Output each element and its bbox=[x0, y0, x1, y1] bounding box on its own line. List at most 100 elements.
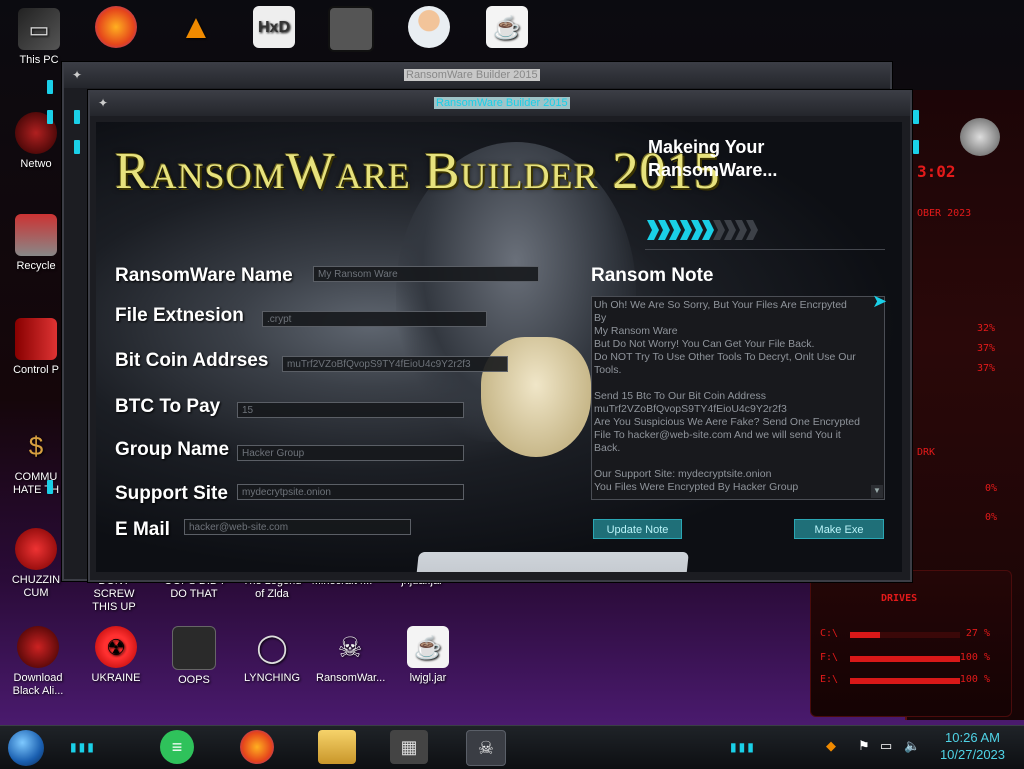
gadget-date: OBER 2023 bbox=[917, 208, 972, 219]
desktop-icon-hxd[interactable]: HxD bbox=[240, 6, 308, 52]
progress-chevron bbox=[658, 220, 670, 240]
computer-icon: ▭ bbox=[18, 8, 60, 50]
drive-usage-bar bbox=[850, 632, 960, 638]
build-status-text: Makeing Your RansomWare... bbox=[648, 136, 777, 182]
radiation-icon: ☢ bbox=[95, 626, 137, 668]
desktop-icon-maze[interactable] bbox=[317, 6, 385, 56]
ransom-note-textarea[interactable]: Uh Oh! We Are So Sorry, But Your Files A… bbox=[591, 296, 885, 500]
drive-letter: F:\ bbox=[820, 652, 839, 663]
desktop-icon-download-black-alien[interactable]: Download Black Ali... bbox=[4, 626, 72, 698]
desktop-icon-label: OOPS bbox=[178, 674, 210, 686]
ransom-note-line: Tools. bbox=[594, 364, 622, 376]
drive-percent: 100 % bbox=[959, 674, 990, 685]
progress-chevron bbox=[647, 220, 659, 240]
scroll-down-arrow-icon[interactable]: ▼ bbox=[871, 485, 883, 498]
update-note-button[interactable]: Update Note bbox=[593, 519, 682, 539]
ransom-note-line: My Ransom Ware bbox=[594, 325, 678, 337]
desktop-icon-commu[interactable]: $ COMMU HATE TH bbox=[2, 425, 70, 497]
desktop-icon-ukraine[interactable]: ☢ UKRAINE bbox=[82, 626, 150, 685]
desktop-icon-doctor[interactable] bbox=[395, 6, 463, 52]
email-label: E Mail bbox=[115, 519, 170, 540]
flag-icon[interactable]: ⚑ bbox=[858, 738, 870, 754]
firefox-taskbar-icon[interactable] bbox=[240, 730, 274, 764]
bitcoin-address-input[interactable]: muTrf2VZoBfQvopS9TY4fEioU4c9Y2r2f3 bbox=[282, 356, 508, 372]
desktop-icon-lynching[interactable]: ◯ LYNCHING bbox=[238, 626, 306, 685]
drive-row: C:\ 27 % bbox=[820, 628, 1000, 642]
btc-to-pay-input[interactable]: 15 bbox=[237, 402, 464, 418]
drive-letter: C:\ bbox=[820, 628, 839, 639]
gadget-small-1: 0% bbox=[985, 483, 998, 494]
firewall-app-icon[interactable]: ▦ bbox=[390, 730, 428, 764]
frame-accent bbox=[47, 80, 53, 94]
frame-accent bbox=[74, 110, 80, 124]
java-cup-icon: ☕ bbox=[486, 6, 528, 48]
window-title-bar[interactable]: ✦ RansomWare Builder 2015 bbox=[90, 92, 910, 116]
guy-fawkes-mask-art bbox=[481, 337, 591, 457]
desktop-icon-firefox[interactable] bbox=[82, 6, 150, 52]
desktop-icon-chuzzin[interactable]: CHUZZIN CUM bbox=[2, 528, 70, 600]
desktop-icon-control-panel[interactable]: Control P bbox=[2, 318, 70, 377]
maze-game-icon bbox=[328, 6, 374, 52]
drive-percent: 100 % bbox=[959, 652, 990, 663]
start-button[interactable] bbox=[8, 730, 44, 766]
desktop-icon-recycle[interactable]: Recycle bbox=[2, 214, 70, 273]
gadget-small-2: 0% bbox=[985, 512, 998, 523]
progress-chevron bbox=[669, 220, 681, 240]
drive-usage-bar bbox=[850, 678, 960, 684]
support-site-input[interactable]: mydecrytpsite.onion bbox=[237, 484, 464, 500]
drive-letter: E:\ bbox=[820, 674, 839, 685]
desktop-icon-label: UKRAINE bbox=[91, 672, 141, 684]
ransom-note-line: muTrf2VZoBfQvopS9TY4fEioU4c9Y2r2f3 bbox=[594, 403, 787, 415]
group-name-input[interactable]: Hacker Group bbox=[237, 445, 464, 461]
doctor-avatar-icon bbox=[408, 6, 450, 48]
desktop-icon-vlc[interactable]: ▲ bbox=[162, 6, 230, 52]
desktop-icon-java[interactable]: ☕ bbox=[473, 6, 541, 52]
drives-panel: DRIVES bbox=[810, 570, 1012, 717]
volume-icon[interactable]: 🔈 bbox=[904, 738, 920, 754]
ransom-note-line: Send 15 Btc To Our Bit Coin Address bbox=[594, 390, 766, 402]
support-site-label: Support Site bbox=[115, 483, 228, 504]
make-exe-button[interactable]: Make Exe bbox=[794, 519, 884, 539]
network-tray-icon[interactable]: ▭ bbox=[880, 738, 892, 754]
firefox-icon bbox=[95, 6, 137, 48]
gadget-cpu-2: 37% bbox=[977, 343, 996, 354]
frame-accent bbox=[913, 110, 919, 124]
notes-app-icon[interactable]: ≡ bbox=[160, 730, 194, 764]
desktop-icon-label: Netwo bbox=[20, 158, 52, 170]
taskbar-clock[interactable]: 10:26 AM 10/27/2023 bbox=[930, 729, 1015, 763]
progress-chevron bbox=[746, 220, 758, 240]
build-status-line: Makeing Your bbox=[648, 137, 765, 157]
ransom-note-line bbox=[594, 377, 862, 390]
ransom-note-line: Are You Suspicious We Aere Fake? Send On… bbox=[594, 416, 860, 428]
ransomware-taskbar-icon[interactable]: ☠ bbox=[466, 730, 506, 766]
back-window-title-bar[interactable]: RansomWare Builder 2015 ✦ bbox=[64, 64, 890, 88]
desktop-icon-label: lwjgl.jar bbox=[409, 672, 447, 684]
taskbar-accent-right: ▮▮▮ bbox=[730, 740, 756, 754]
desktop-icon-this-pc[interactable]: ▭ This PC bbox=[5, 8, 73, 67]
file-extension-input[interactable]: .crypt bbox=[262, 311, 487, 327]
email-input[interactable]: hacker@web-site.com bbox=[184, 519, 411, 535]
desktop-icon-lwjgl-jar[interactable]: ☕ lwjgl.jar bbox=[394, 626, 462, 685]
back-window-title: RansomWare Builder 2015 bbox=[404, 69, 540, 81]
ransomware-name-input[interactable]: My Ransom Ware bbox=[313, 266, 539, 282]
ransom-note-line: Back. bbox=[594, 442, 621, 454]
hxd-icon: HxD bbox=[253, 6, 295, 48]
gadget-section-label: DRK bbox=[917, 447, 936, 458]
clock-time: 10:26 AM bbox=[945, 730, 1000, 745]
tray-app-icon[interactable]: ◆ bbox=[826, 738, 836, 754]
desktop-icon-ransomware[interactable]: ☠ RansomWar... bbox=[316, 626, 385, 685]
desktop-icon-network[interactable]: Netwo bbox=[2, 112, 70, 171]
ransom-note-line: Uh Oh! We Are So Sorry, But Your Files A… bbox=[594, 299, 847, 324]
frame-accent bbox=[913, 140, 919, 154]
frame-accent bbox=[47, 110, 53, 124]
build-status-line: RansomWare... bbox=[648, 160, 778, 180]
frame-accent bbox=[74, 140, 80, 154]
drive-row: E:\ 100 % bbox=[820, 674, 1000, 688]
vlc-cone-icon: ▲ bbox=[179, 7, 213, 46]
desktop-icon-label: Control P bbox=[13, 364, 59, 376]
desktop-icon-oops[interactable]: OOPS bbox=[160, 626, 228, 687]
bitcoin-address-label: Bit Coin Addrses bbox=[115, 350, 269, 371]
frame-accent bbox=[47, 480, 53, 494]
file-explorer-icon[interactable] bbox=[318, 730, 356, 764]
ransom-note-line bbox=[594, 455, 862, 468]
